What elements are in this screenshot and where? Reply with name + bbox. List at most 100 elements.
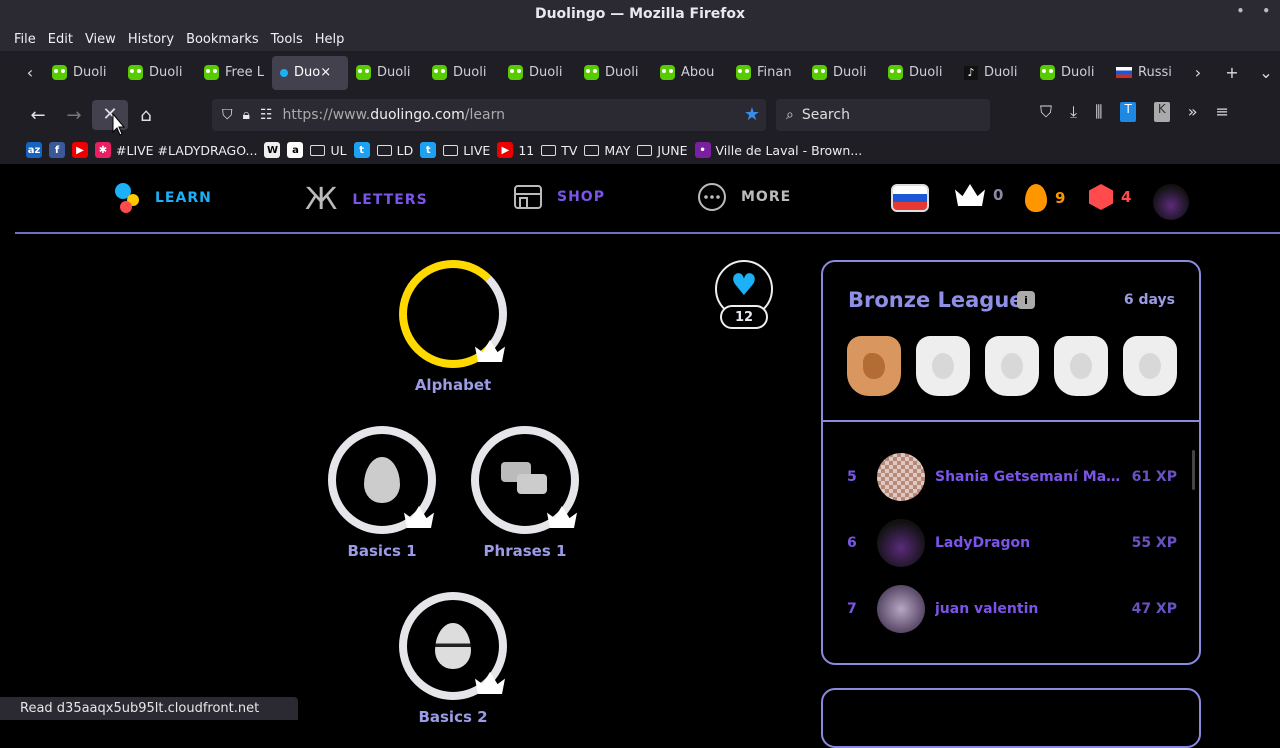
tab-14[interactable]: Russi	[1108, 56, 1184, 90]
skill-progress-ring	[471, 426, 579, 534]
tab-list-chevron-icon[interactable]: ⌄	[1252, 63, 1280, 82]
bookmark-item[interactable]: ✱ #LIVE #LADYDRAGO...	[95, 142, 257, 158]
tab-9[interactable]: Finan	[728, 56, 804, 90]
bookmark-item[interactable]: ▶	[72, 142, 88, 158]
hamburger-menu-icon[interactable]: ≡	[1215, 102, 1228, 122]
tab-5[interactable]: Duoli	[424, 56, 500, 90]
tabs-scroll-right-icon[interactable]: ›	[1184, 63, 1212, 82]
russian-flag-icon	[891, 184, 929, 212]
tab-bar: ‹ Duoli Duoli Free L Duo× Duoli Duoli Duoli Duo…	[0, 51, 1280, 94]
skill-basics-2[interactable]: Basics 2	[399, 592, 507, 726]
downloads-icon[interactable]: ⤓	[1070, 102, 1077, 122]
crowns-stat[interactable]: 0	[955, 184, 1003, 206]
home-icon[interactable]: ⌂	[128, 105, 164, 126]
skill-phrases-1[interactable]: Phrases 1	[471, 426, 579, 560]
tab-4[interactable]: Duoli	[348, 56, 424, 90]
url-bar[interactable]: ⛉ 🔒︎ ☷ https://www.duolingo.com/learn ★	[212, 99, 766, 131]
extension-icon[interactable]: K	[1153, 102, 1170, 122]
menu-file[interactable]: File	[14, 32, 36, 47]
tab-0[interactable]: Duoli	[44, 56, 120, 90]
minimize-icon[interactable]: •	[1237, 4, 1245, 18]
tab-2[interactable]: Free L	[196, 56, 272, 90]
league-panel: Bronze League i 6 days 5 Shania Getseman…	[821, 260, 1201, 665]
tab-7[interactable]: Duoli	[576, 56, 652, 90]
language-flag[interactable]	[891, 184, 929, 212]
tab-1[interactable]: Duoli	[120, 56, 196, 90]
tab-12[interactable]: ♪ Duoli	[956, 56, 1032, 90]
lock-icon[interactable]: 🔒︎	[243, 107, 250, 123]
new-tab-icon[interactable]: +	[1218, 63, 1246, 82]
tab-13[interactable]: Duoli	[1032, 56, 1108, 90]
bookmark-item[interactable]: LIVE	[443, 143, 490, 158]
bookmark-item[interactable]: W	[264, 142, 281, 158]
league-row[interactable]: 6 LadyDragon 55 XP	[847, 518, 1177, 568]
tab-3[interactable]: Duo×	[272, 55, 348, 90]
bookmark-item[interactable]: a	[287, 142, 304, 158]
folder-icon	[584, 144, 600, 156]
avatar	[877, 453, 925, 501]
tab-10[interactable]: Duoli	[804, 56, 880, 90]
skill-alphabet[interactable]: Alphabet	[399, 260, 507, 394]
tab-8[interactable]: Abou	[652, 56, 728, 90]
translate-extension-icon[interactable]: T	[1120, 102, 1136, 122]
menu-bookmarks[interactable]: Bookmarks	[186, 32, 259, 47]
tab-11[interactable]: Duoli	[880, 56, 956, 90]
tab-6[interactable]: Duoli	[500, 56, 576, 90]
shield-icon[interactable]: ⛉	[222, 107, 233, 123]
menu-tools[interactable]: Tools	[271, 32, 303, 47]
menu-history[interactable]: History	[128, 32, 174, 47]
forward-icon[interactable]: →	[56, 105, 92, 126]
navigation-toolbar: ← → ✕ ⌂ ⛉ 🔒︎ ☷ https://www.duolingo.com/…	[0, 94, 1280, 136]
library-icon[interactable]: ⫼	[1095, 102, 1102, 122]
avatar	[877, 519, 925, 567]
info-icon[interactable]: i	[1017, 291, 1035, 309]
streak-stat[interactable]: 9	[1025, 184, 1065, 212]
skill-basics-1[interactable]: Basics 1	[328, 426, 436, 560]
egg-icon	[364, 457, 400, 503]
folder-icon	[443, 144, 459, 156]
pocket-icon[interactable]: ⛉	[1040, 102, 1052, 122]
bookmark-item[interactable]: • Ville de Laval - Brown...	[694, 142, 862, 158]
nav-learn[interactable]: LEARN	[113, 182, 212, 214]
toolbar-actions: ⛉ ⤓ ⫼ T K » ≡	[1040, 102, 1229, 122]
maximize-icon[interactable]: •	[1262, 4, 1270, 18]
bookmark-item[interactable]: UL	[310, 143, 347, 158]
permissions-icon[interactable]: ☷	[260, 107, 273, 123]
more-icon	[698, 183, 726, 211]
nav-shop[interactable]: SHOP	[513, 182, 605, 212]
bookmark-star-icon[interactable]: ★	[744, 104, 760, 125]
w-icon: W	[264, 142, 281, 158]
league-row[interactable]: 5 Shania Getsemaní Mart... 61 XP	[847, 452, 1177, 502]
tabs-scroll-left-icon[interactable]: ‹	[16, 63, 44, 82]
amazon-icon: a	[287, 142, 304, 158]
bookmark-item[interactable]: f	[49, 142, 65, 158]
bookmark-item[interactable]: az	[26, 142, 42, 158]
league-badge-locked	[1123, 336, 1177, 396]
overflow-menu-icon[interactable]: »	[1188, 102, 1198, 122]
crown-icon	[475, 340, 505, 362]
bookmark-item[interactable]: t	[353, 142, 370, 158]
menu-view[interactable]: View	[85, 32, 116, 47]
bookmark-item[interactable]: MAY	[584, 143, 630, 158]
owl-icon	[52, 65, 67, 80]
url-text: https://www.duolingo.com/learn	[282, 107, 505, 123]
search-bar[interactable]: ⌕ Search	[776, 99, 990, 131]
profile-avatar[interactable]	[1153, 184, 1189, 220]
gems-stat[interactable]: 4	[1089, 184, 1131, 210]
bookmark-item[interactable]: JUNE	[637, 143, 688, 158]
speech-bubbles-icon	[501, 462, 547, 494]
bookmark-item[interactable]: t	[420, 142, 437, 158]
tab-list: Duoli Duoli Free L Duo× Duoli Duoli Duoli Duoli…	[44, 55, 1184, 90]
bookmark-item[interactable]: ▶ 11	[497, 142, 534, 158]
back-icon[interactable]: ←	[20, 105, 56, 126]
menu-edit[interactable]: Edit	[48, 32, 73, 47]
league-badge-bronze	[847, 336, 901, 396]
nav-more[interactable]: MORE	[697, 182, 791, 212]
bookmark-item[interactable]: LD	[376, 143, 413, 158]
yt-icon: ▶	[497, 142, 514, 158]
league-row[interactable]: 7 juan valentin 47 XP	[847, 584, 1177, 634]
nav-letters[interactable]: Ж LETTERS	[305, 182, 428, 217]
bookmark-item[interactable]: TV	[541, 143, 577, 158]
menu-help[interactable]: Help	[315, 32, 345, 47]
league-scrollbar[interactable]	[1192, 450, 1195, 490]
